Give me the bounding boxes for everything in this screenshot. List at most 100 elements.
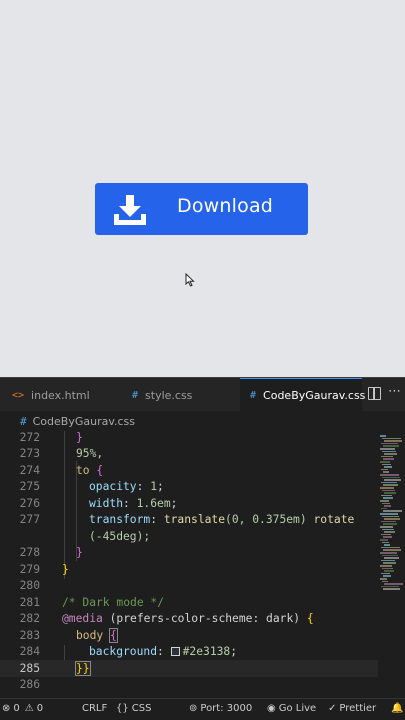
bell-icon: 🔔: [391, 703, 404, 714]
check-double-icon: ✓: [328, 703, 337, 714]
minimap-line: [380, 474, 399, 476]
minimap-line: [382, 489, 395, 492]
minimap-line: [381, 546, 400, 549]
language-mode[interactable]: {} CSS: [116, 703, 151, 714]
live-server-port[interactable]: ⊚ Port: 3000: [189, 703, 252, 714]
minimap-line: [382, 580, 388, 583]
minimap-line: [380, 461, 390, 463]
line-number: 281: [19, 595, 40, 609]
eol-selector[interactable]: CRLF: [82, 703, 107, 714]
minimap-line: [381, 572, 390, 575]
line-number: 280: [19, 579, 40, 593]
code-token: }: [62, 562, 69, 576]
warning-count: 0: [36, 703, 44, 714]
code-line: 276 width: 1.6em;: [0, 495, 378, 512]
code-line: 284 background: #2e3138;: [0, 644, 378, 661]
minimap-line: [384, 453, 397, 455]
problems-indicator[interactable]: ⊗ 0 ⚠ 0: [2, 703, 43, 714]
code-token: {: [96, 463, 104, 477]
more-actions-icon[interactable]: ⋯: [388, 384, 401, 399]
minimap-line: [382, 528, 394, 531]
minimap-line: [380, 526, 393, 528]
port-label: Port: 3000: [200, 703, 253, 714]
line-number: 283: [19, 628, 40, 642]
breadcrumb-file[interactable]: CodeByGaurav.css: [33, 415, 135, 428]
minimap-line: [380, 539, 388, 541]
code-token: to: [76, 463, 90, 477]
code-line: 279 }: [0, 561, 378, 578]
minimap-line: [380, 552, 397, 554]
code-token: (prefers-color-scheme: dark): [109, 612, 301, 626]
minimap-line: [384, 440, 402, 442]
error-icon: ⊗: [2, 703, 11, 714]
minimap-line: [384, 583, 403, 585]
code-line: 286: [0, 677, 378, 694]
css-file-icon: #: [250, 390, 257, 401]
error-count: 0: [13, 703, 20, 714]
minimap-line: [383, 549, 401, 551]
code-token: translate: [163, 513, 226, 527]
minimap-line: [380, 487, 394, 489]
code-token: rotate: [313, 513, 355, 527]
color-swatch[interactable]: [170, 647, 180, 657]
minimap-line: [380, 513, 398, 515]
minimap-line: [381, 442, 398, 445]
line-number: 286: [19, 678, 40, 692]
code-token: }}: [75, 660, 91, 676]
line-number: 274: [19, 463, 40, 477]
prettier-status[interactable]: ✓ Prettier: [328, 703, 376, 714]
line-number: 279: [19, 562, 40, 576]
minimap-line: [384, 518, 400, 520]
minimap-line: [381, 520, 396, 523]
tab-style-css[interactable]: # style.css: [118, 378, 240, 412]
minimap-line: [381, 585, 399, 588]
minimap[interactable]: [378, 431, 405, 699]
minimap-line: [383, 536, 392, 538]
language-label: CSS: [131, 703, 152, 714]
code-editor: <> index.html # style.css # CodeByGaurav…: [0, 377, 405, 720]
minimap-line: [383, 510, 402, 512]
breadcrumb: # CodeByGaurav.css: [0, 411, 405, 431]
minimap-line: [384, 479, 401, 481]
code-line: 281 /* Dark mode */: [0, 594, 378, 611]
notifications-button[interactable]: 🔔: [391, 703, 405, 714]
line-number: 275: [19, 480, 40, 494]
code-token: {: [109, 627, 118, 643]
minimap-line: [380, 565, 392, 567]
code-line-current: 285 }}: [0, 660, 378, 677]
status-bar: ⊗ 0 ⚠ 0 CRLF {} CSS ⊚ Port: 3000 ◉ Go Live ✓ P…: [0, 698, 405, 720]
code-line: (-45deg);: [0, 528, 378, 545]
minimap-line: [380, 578, 387, 580]
code-token: #2e3138: [182, 645, 231, 659]
minimap-line: [382, 541, 389, 544]
line-number: 282: [19, 612, 40, 626]
minimap-line: [383, 458, 394, 460]
minimap-line: [380, 448, 395, 450]
code-token: opacity: [89, 480, 137, 494]
code-line: 278 }: [0, 545, 378, 562]
code-token: 1: [150, 480, 158, 494]
code-line: 274 to {: [0, 462, 378, 479]
minimap-line: [383, 588, 400, 590]
code-token: background: [89, 645, 158, 659]
minimap-line: [382, 463, 391, 466]
css-file-icon: #: [20, 414, 27, 428]
code-line: 282 @media (prefers-color-scheme: dark) …: [0, 611, 378, 628]
download-button[interactable]: Download: [95, 183, 308, 235]
browser-preview: Download: [0, 0, 405, 377]
prettier-label: Prettier: [339, 703, 377, 714]
code-token: }: [76, 431, 83, 444]
minimap-line: [381, 533, 391, 536]
tab-codebygaurav-css[interactable]: # CodeByGaurav.css: [240, 378, 365, 412]
code-token: {: [306, 612, 314, 626]
eol-label: CRLF: [82, 703, 108, 714]
minimap-line: [381, 455, 393, 458]
line-number: 285: [19, 661, 40, 675]
tab-index-html[interactable]: <> index.html: [0, 378, 118, 412]
split-editor-icon[interactable]: [368, 387, 381, 400]
minimap-line: [384, 505, 391, 507]
go-live-icon: ◉: [267, 703, 276, 714]
go-live-button[interactable]: ◉ Go Live: [267, 703, 316, 714]
line-number: 273: [19, 447, 40, 461]
code-area[interactable]: 272 } 273 95%, 274 to { 275 opacity: 1; …: [0, 431, 405, 699]
